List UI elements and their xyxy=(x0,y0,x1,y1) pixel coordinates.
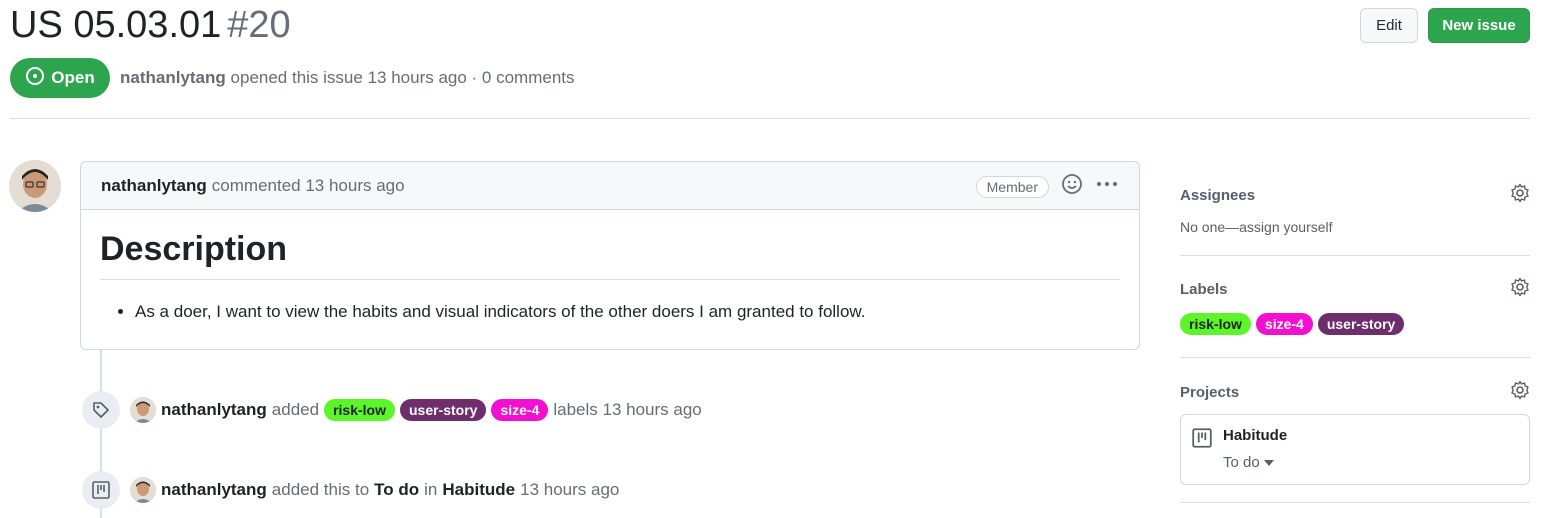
gear-icon[interactable] xyxy=(1510,277,1530,301)
labels-row: risk-low size-4 user-story xyxy=(1180,313,1530,335)
comment-bullet-list: As a doer, I want to view the habits and… xyxy=(100,302,1120,322)
label-user-story[interactable]: user-story xyxy=(399,399,487,421)
event-suffix: labels 13 hours ago xyxy=(553,400,702,419)
comment-heading: Description xyxy=(100,230,1120,280)
event-verb: added this to xyxy=(271,480,370,499)
project-icon xyxy=(82,471,120,509)
labels-heading: Labels xyxy=(1180,280,1228,298)
gear-icon[interactable] xyxy=(1510,183,1530,207)
label-size-4[interactable]: size-4 xyxy=(491,399,549,421)
issue-number: #20 xyxy=(227,4,291,46)
comment-bullet: As a doer, I want to view the habits and… xyxy=(135,302,1120,322)
assignees-text[interactable]: No one—assign yourself xyxy=(1180,219,1530,235)
member-badge: Member xyxy=(975,175,1049,198)
event-in-word: in xyxy=(424,480,438,499)
sidebar-divider xyxy=(1180,502,1530,503)
kebab-icon[interactable] xyxy=(1095,173,1119,200)
project-name[interactable]: Habitude xyxy=(1223,427,1287,444)
sidebar-divider xyxy=(1180,255,1530,256)
comment-author-link[interactable]: nathanlytang xyxy=(101,176,207,196)
sidebar-divider xyxy=(1180,357,1530,358)
caret-down-icon xyxy=(1263,454,1274,471)
event-column: To do xyxy=(374,480,420,499)
project-card[interactable]: Habitude To do xyxy=(1180,414,1530,485)
event-time: 13 hours ago xyxy=(520,480,620,499)
project-column-select[interactable]: To do xyxy=(1223,454,1287,471)
sidebar-projects: Projects Habitude To do xyxy=(1180,380,1530,485)
open-circle-icon xyxy=(25,66,45,91)
avatar[interactable] xyxy=(130,477,156,503)
issue-meta: nathanlytang opened this issue 13 hours … xyxy=(120,68,575,88)
issue-title: US 05.03.01 #20 xyxy=(10,4,291,47)
sidebar-assignees: Assignees No one—assign yourself xyxy=(1180,183,1530,235)
assignees-heading: Assignees xyxy=(1180,186,1256,204)
issue-state-label: Open xyxy=(51,68,95,87)
header-divider xyxy=(10,118,1530,119)
label-risk-low[interactable]: risk-low xyxy=(1180,313,1251,335)
label-size-4[interactable]: size-4 xyxy=(1255,313,1313,335)
new-issue-button[interactable]: New issue xyxy=(1428,8,1530,43)
timeline-event-labels: nathanlytang added risk-low user-story s… xyxy=(82,391,702,429)
tag-icon xyxy=(82,391,120,429)
timeline-event-project: nathanlytang added this to To do in Habi… xyxy=(82,471,619,509)
issue-title-text: US 05.03.01 xyxy=(10,4,222,46)
project-column-label: To do xyxy=(1223,454,1260,471)
comment-header: nathanlytang commented 13 hours ago Memb… xyxy=(81,162,1139,210)
avatar[interactable] xyxy=(9,160,61,212)
label-risk-low[interactable]: risk-low xyxy=(324,399,395,421)
issue-state-badge: Open xyxy=(10,58,110,98)
event-project-link[interactable]: Habitude xyxy=(442,480,515,500)
comment-body: Description As a doer, I want to view th… xyxy=(81,210,1139,342)
smiley-icon[interactable] xyxy=(1061,173,1083,200)
event-verb: added xyxy=(271,400,320,419)
comment-action-text: commented 13 hours ago xyxy=(211,175,405,195)
gear-icon[interactable] xyxy=(1510,380,1530,404)
sidebar-labels: Labels risk-low size-4 user-story xyxy=(1180,277,1530,335)
issue-author-link[interactable]: nathanlytang xyxy=(120,68,226,87)
edit-button[interactable]: Edit xyxy=(1360,8,1418,43)
projects-heading: Projects xyxy=(1180,383,1240,401)
label-user-story[interactable]: user-story xyxy=(1317,313,1405,335)
issue-meta-text: opened this issue 13 hours ago · 0 comme… xyxy=(230,68,575,87)
event-author-link[interactable]: nathanlytang xyxy=(161,400,267,420)
avatar[interactable] xyxy=(130,397,156,423)
event-author-link[interactable]: nathanlytang xyxy=(161,480,267,500)
project-icon xyxy=(1191,427,1213,472)
comment-box: nathanlytang commented 13 hours ago Memb… xyxy=(80,161,1140,350)
